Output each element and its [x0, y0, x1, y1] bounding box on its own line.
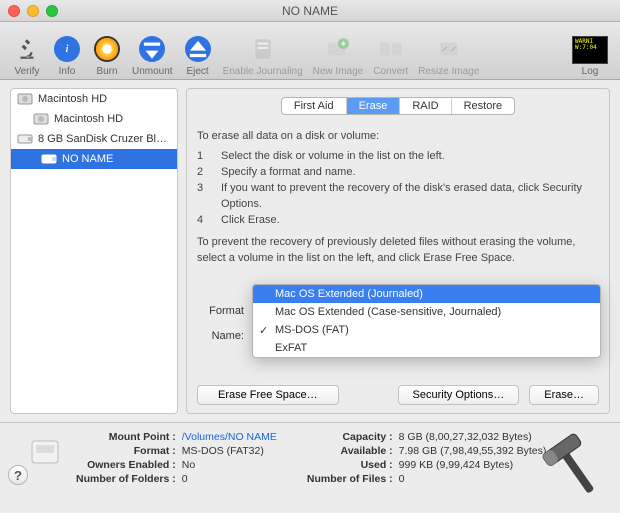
format-dropdown[interactable]: Mac OS Extended (Journaled) Mac OS Exten… — [252, 284, 601, 358]
prevent-recovery-text: To prevent the recovery of previously de… — [197, 235, 599, 267]
format-label: Format — [197, 305, 252, 317]
tool-label: Verify — [14, 66, 39, 77]
tool-label: New Image — [313, 66, 364, 77]
burn-icon — [92, 34, 122, 64]
eject-icon — [183, 34, 213, 64]
checkmark-icon: ✓ — [259, 324, 268, 337]
unmount-tool[interactable]: Unmount — [128, 34, 177, 77]
tool-label: Eject — [186, 66, 208, 77]
window-title: NO NAME — [0, 4, 620, 18]
tool-label: Log — [582, 66, 599, 77]
dropdown-item[interactable]: Mac OS Extended (Journaled) — [253, 285, 600, 303]
main-panel: First Aid Erase RAID Restore To erase al… — [186, 88, 610, 414]
tab-first-aid[interactable]: First Aid — [282, 98, 347, 114]
erase-free-space-button[interactable]: Erase Free Space… — [197, 385, 339, 405]
tab-raid[interactable]: RAID — [400, 98, 451, 114]
dropdown-item[interactable]: ExFAT — [253, 339, 600, 357]
convert-icon — [376, 34, 406, 64]
verify-tool[interactable]: Verify — [8, 34, 46, 77]
dropdown-item[interactable]: Mac OS Extended (Case-sensitive, Journal… — [253, 303, 600, 321]
tab-erase[interactable]: Erase — [347, 98, 401, 114]
resize-image-tool[interactable]: Resize Image — [414, 34, 483, 77]
convert-tool[interactable]: Convert — [369, 34, 412, 77]
tool-label: Resize Image — [418, 66, 479, 77]
tab-bar: First Aid Erase RAID Restore — [197, 97, 599, 115]
sidebar-item-label: 8 GB SanDisk Cruzer Bl… — [38, 133, 167, 145]
sidebar-item-no-name-volume[interactable]: NO NAME — [11, 149, 177, 169]
tool-label: Unmount — [132, 66, 173, 77]
erase-button[interactable]: Erase… — [529, 385, 599, 405]
internal-disk-icon — [17, 92, 33, 106]
security-options-button[interactable]: Security Options… — [398, 385, 520, 405]
tool-label: Convert — [373, 66, 408, 77]
unmount-icon — [137, 34, 167, 64]
disk-list[interactable]: Macintosh HD Macintosh HD 8 GB SanDisk C… — [10, 88, 178, 414]
external-disk-icon — [30, 435, 60, 471]
tool-label: Info — [59, 66, 76, 77]
footer-left-column: Mount Point :/Volumes/NO NAME Format :MS… — [76, 431, 277, 485]
name-label: Name: — [197, 330, 252, 342]
tool-label: Enable Journaling — [223, 66, 303, 77]
dropdown-item[interactable]: ✓ MS-DOS (FAT) — [253, 321, 600, 339]
burn-tool[interactable]: Burn — [88, 34, 126, 77]
sidebar-item-sandisk-disk[interactable]: 8 GB SanDisk Cruzer Bl… — [11, 129, 177, 149]
external-disk-icon — [41, 152, 57, 166]
journal-icon — [248, 34, 278, 64]
eject-tool[interactable]: Eject — [179, 34, 217, 77]
log-tool[interactable]: WARNI W:7:04 Log — [568, 36, 612, 77]
tool-label: Burn — [96, 66, 117, 77]
microscope-icon — [12, 34, 42, 64]
enable-journaling-tool[interactable]: Enable Journaling — [219, 34, 307, 77]
info-icon: i — [52, 34, 82, 64]
footer-right-column: Capacity :8 GB (8,00,27,32,032 Bytes) Av… — [307, 431, 546, 485]
sidebar-item-macintosh-hd-volume[interactable]: Macintosh HD — [11, 109, 177, 129]
external-disk-icon — [17, 132, 33, 146]
help-button[interactable]: ? — [8, 465, 28, 485]
log-icon: WARNI W:7:04 — [572, 36, 608, 64]
intro-text: To erase all data on a disk or volume: — [197, 129, 599, 145]
mount-point-link[interactable]: /Volumes/NO NAME — [182, 431, 277, 443]
footer-info: Mount Point :/Volumes/NO NAME Format :MS… — [0, 422, 620, 493]
internal-disk-icon — [33, 112, 49, 126]
sidebar-item-label: Macintosh HD — [38, 93, 107, 105]
instructions-text: To erase all data on a disk or volume: 1… — [197, 123, 599, 271]
new-image-tool[interactable]: New Image — [309, 34, 368, 77]
sidebar-item-label: NO NAME — [62, 153, 113, 165]
sidebar-item-macintosh-hd-disk[interactable]: Macintosh HD — [11, 89, 177, 109]
tab-restore[interactable]: Restore — [452, 98, 515, 114]
info-tool[interactable]: i Info — [48, 34, 86, 77]
new-image-icon — [323, 34, 353, 64]
resize-icon — [434, 34, 464, 64]
titlebar: NO NAME — [0, 0, 620, 22]
sidebar-item-label: Macintosh HD — [54, 113, 123, 125]
toolbar: Verify i Info Burn Unmount Eject E — [0, 22, 620, 80]
